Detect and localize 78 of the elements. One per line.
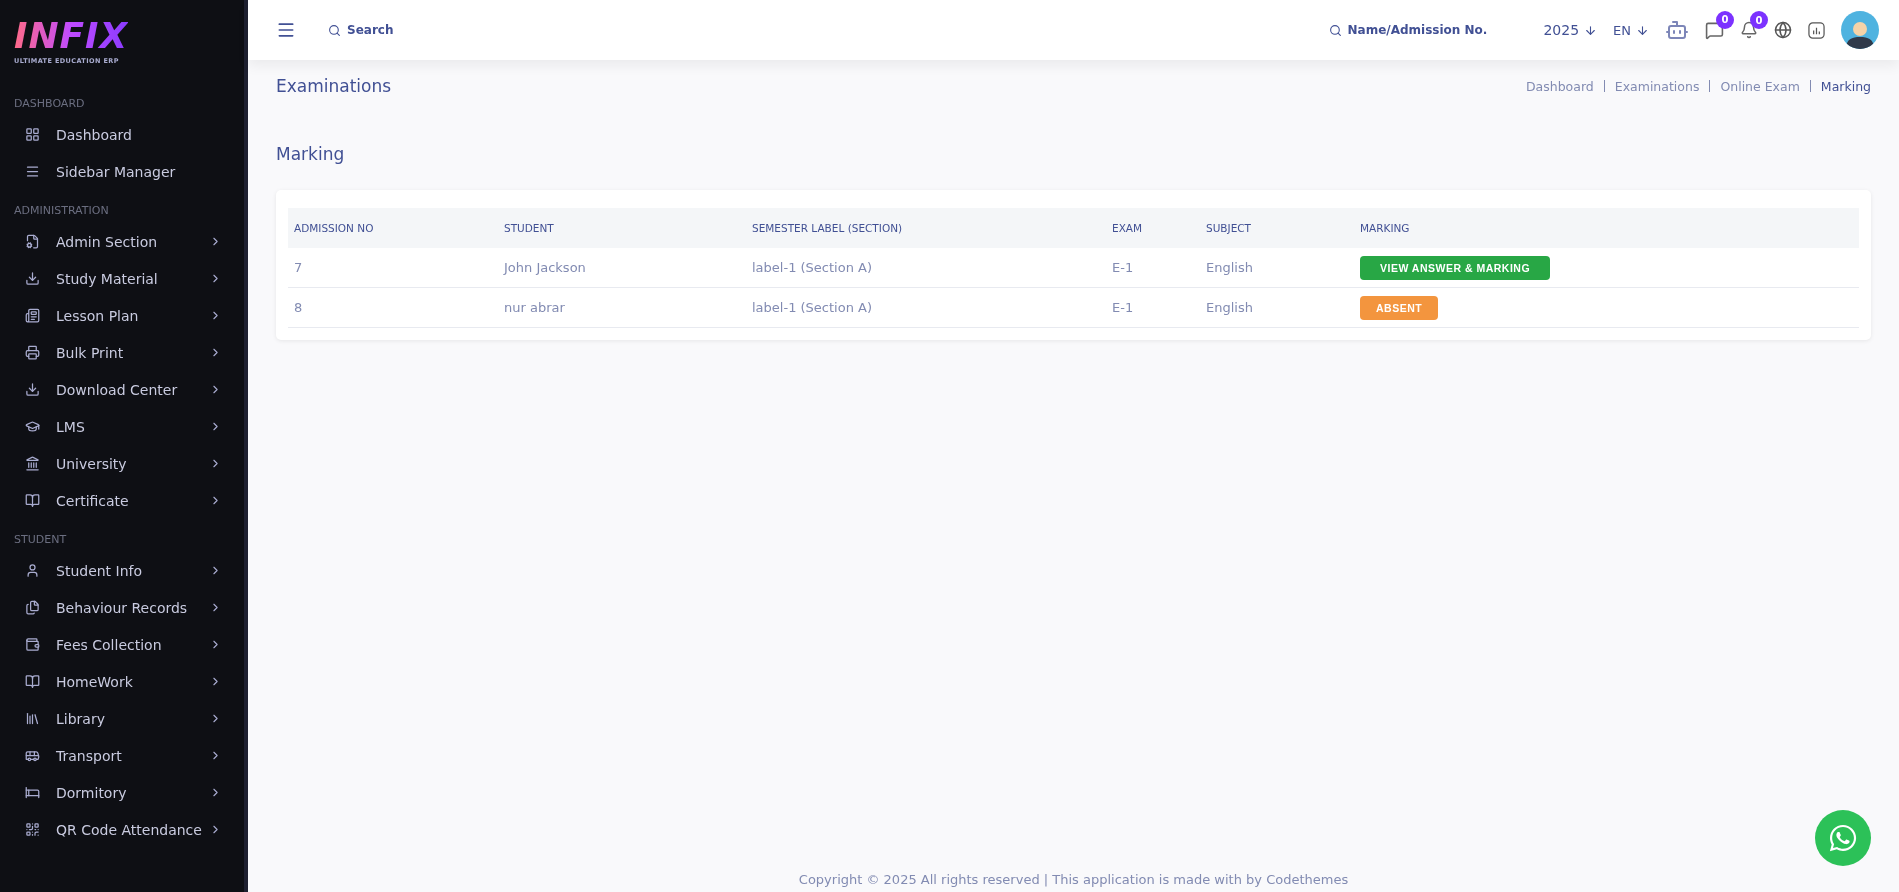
sidebar-item[interactable]: QR Code Attendance <box>0 811 244 848</box>
table-cell: 7 <box>294 260 303 275</box>
avatar[interactable] <box>1841 11 1879 49</box>
sidebar-item[interactable]: Transport <box>0 737 244 774</box>
student-search-field[interactable]: Name/Admission No. <box>1328 23 1488 37</box>
book-icon <box>25 493 40 508</box>
breadcrumb-link[interactable]: Marking <box>1820 78 1871 94</box>
table-cell: English <box>1206 260 1253 275</box>
sidebar-item[interactable]: University <box>0 445 244 482</box>
column-header: EXAM <box>1112 222 1143 234</box>
page-title: Examinations <box>276 76 392 96</box>
column-header: SEMESTER LABEL (SECTION) <box>752 222 903 234</box>
column-header: STUDENT <box>504 222 554 234</box>
sidebar-section-heading: STUDENT <box>13 532 68 548</box>
column-header: MARKING <box>1360 222 1410 234</box>
chart-icon[interactable] <box>1808 21 1825 39</box>
sidebar-item[interactable]: LMS <box>0 408 244 445</box>
table-cell: 8 <box>294 300 303 315</box>
list-icon <box>25 164 40 179</box>
book-icon <box>25 674 40 689</box>
table-cell: John Jackson <box>504 260 586 275</box>
search-icon <box>328 23 341 37</box>
sidebar-item[interactable]: Library <box>0 700 244 737</box>
sidebar-item[interactable]: HomeWork <box>0 663 244 700</box>
globe-icon[interactable] <box>1774 21 1792 39</box>
table-cell: nur abrar <box>504 300 565 315</box>
download-icon <box>25 271 40 286</box>
chat-icon[interactable] <box>1705 20 1724 40</box>
sidebar-item[interactable]: Bulk Print <box>0 334 244 371</box>
files-icon <box>25 600 40 615</box>
sidebar-item[interactable]: Sidebar Manager <box>0 153 244 190</box>
sidebar-item[interactable]: Lesson Plan <box>0 297 244 334</box>
file-gear-icon <box>25 234 40 249</box>
sidebar-item[interactable]: Behaviour Records <box>0 589 244 626</box>
sidebar-item[interactable]: Admin Section <box>0 223 244 260</box>
sidebar-section-heading: DASHBOARD <box>13 96 86 112</box>
table-cell: English <box>1206 300 1253 315</box>
search-field[interactable]: Search <box>328 23 394 37</box>
language-dropdown[interactable]: EN <box>1613 22 1649 38</box>
bus-icon <box>25 748 40 763</box>
grid-icon <box>25 127 40 142</box>
bed-icon <box>25 785 40 800</box>
year-dropdown[interactable]: 2025 <box>1543 22 1598 38</box>
notification-badge: 0 <box>1750 11 1768 29</box>
menu-icon <box>276 20 296 40</box>
qr-code-icon <box>25 822 40 837</box>
books-icon <box>25 711 40 726</box>
search-icon <box>1328 23 1342 37</box>
table-cell: E-1 <box>1112 260 1134 275</box>
arrow-down-icon <box>1636 23 1649 37</box>
newspaper-icon <box>25 308 40 323</box>
printer-icon <box>25 345 40 360</box>
sidebar-item[interactable]: Study Material <box>0 260 244 297</box>
sidebar-item[interactable]: Dormitory <box>0 774 244 811</box>
whatsapp-icon <box>1828 823 1858 853</box>
sidebar-item[interactable]: Student Info <box>0 552 244 589</box>
sidebar-section-heading: ADMINISTRATION <box>13 203 110 219</box>
bank-icon <box>25 456 40 471</box>
notification-badge: 0 <box>1716 10 1734 29</box>
footer-text: Copyright © 2025 All rights reserved | This application is made with by Codethemes <box>798 872 1349 887</box>
arrow-down-icon <box>1584 23 1598 37</box>
wallet-icon <box>25 637 40 652</box>
sidebar-item[interactable]: Certificate <box>0 482 244 519</box>
sidebar-item[interactable]: Dashboard <box>0 116 244 153</box>
column-header: SUBJECT <box>1206 222 1252 234</box>
download-icon <box>25 382 40 397</box>
table-cell: label-1 (Section A) <box>752 260 872 275</box>
table-cell: label-1 (Section A) <box>752 300 872 315</box>
user-icon <box>25 563 40 578</box>
column-header: ADMISSION NO <box>294 222 374 234</box>
section-title: Marking <box>276 144 346 164</box>
sidebar-item[interactable]: Fees Collection <box>0 626 244 663</box>
sidebar-item[interactable]: Download Center <box>0 371 244 408</box>
menu-button[interactable] <box>276 20 296 40</box>
table-cell: E-1 <box>1112 300 1134 315</box>
bell-icon[interactable] <box>1740 21 1758 39</box>
robot-icon[interactable] <box>1665 18 1689 42</box>
graduation-cap-icon <box>25 419 40 434</box>
